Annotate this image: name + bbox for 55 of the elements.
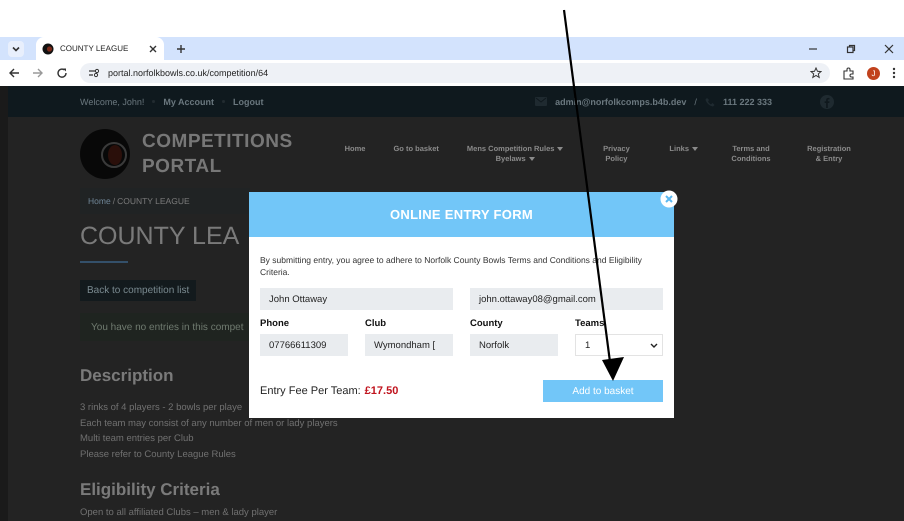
- entry-fee-amount: £17.50: [364, 385, 398, 397]
- chevron-down-icon: [650, 342, 658, 348]
- section-heading: Eligibility Criteria: [80, 480, 221, 500]
- new-tab-icon[interactable]: [176, 44, 186, 54]
- restore-icon[interactable]: [846, 44, 856, 54]
- name-field[interactable]: John Ottaway: [260, 288, 453, 310]
- field-label: Teams: [575, 318, 606, 331]
- close-icon[interactable]: [660, 190, 678, 208]
- tab-title: COUNTY LEAGUE: [60, 44, 130, 53]
- address-field[interactable]: portal.norfolkbowls.co.uk/competition/64: [80, 63, 830, 83]
- bowl-favicon-icon: [42, 42, 54, 54]
- tab-list-button[interactable]: [8, 40, 24, 56]
- back-arrow-icon[interactable]: [8, 67, 20, 79]
- extensions-icon[interactable]: [842, 66, 855, 80]
- close-icon[interactable]: [148, 44, 158, 54]
- email-field[interactable]: john.ottaway08@gmail.com: [470, 288, 663, 310]
- welcome-text: Welcome, John!: [80, 96, 144, 106]
- description-line: Each team may consist of any number of men or lady players: [80, 416, 339, 430]
- separator-text: /: [694, 96, 697, 106]
- description-line: Open to all affiliated Clubs – men & lady player: [80, 506, 278, 520]
- input-field[interactable]: Wymondham [: [365, 334, 453, 356]
- dialog-title: ONLINE ENTRY FORM: [390, 207, 534, 222]
- description-line: Please refer to County League Rules: [80, 448, 237, 462]
- entry-fee-label: Entry Fee Per Team:: [260, 385, 361, 397]
- breadcrumb-separator: /: [112, 196, 116, 206]
- reload-icon[interactable]: [56, 67, 68, 79]
- description-line: 3 rinks of 4 players - 2 bowls per playe: [80, 401, 244, 415]
- close-window-icon[interactable]: [884, 44, 894, 54]
- input-field[interactable]: Norfolk: [470, 334, 558, 356]
- input-field[interactable]: 07766611309: [260, 334, 348, 356]
- caret-icon: [692, 146, 698, 151]
- section-heading: Description: [80, 366, 175, 386]
- bookmark-star-icon[interactable]: [810, 67, 822, 79]
- caret-icon: [528, 156, 535, 161]
- browser-tab[interactable]: COUNTY LEAGUE: [36, 37, 164, 60]
- field-label: Club: [365, 318, 388, 331]
- logo-icon: [80, 128, 130, 178]
- breadcrumb-current: COUNTY LEAGUE: [117, 196, 190, 206]
- page-title: COUNTY LEA: [80, 222, 240, 251]
- description-line: Multi team entries per Club: [80, 432, 195, 446]
- site-settings-icon[interactable]: [88, 68, 100, 78]
- forward-arrow-icon[interactable]: [32, 67, 44, 79]
- field-label: Phone: [260, 318, 290, 331]
- site-title: COMPETITIONS PORTAL: [142, 130, 293, 178]
- caret-icon: [557, 146, 564, 151]
- topbar-link[interactable]: Logout: [233, 96, 264, 106]
- profile-avatar[interactable]: J: [867, 66, 880, 80]
- field-label: County: [470, 318, 504, 331]
- breadcrumb-link[interactable]: Home: [88, 196, 111, 206]
- teams-dropdown[interactable]: 1: [575, 334, 663, 356]
- back-button[interactable]: Back to competition list: [80, 280, 196, 301]
- email-text: admin@norfolkcomps.b4b.dev: [555, 96, 686, 106]
- phone-text: 111 222 333: [722, 96, 772, 106]
- topbar-link[interactable]: My Account: [163, 96, 214, 106]
- menu-icon[interactable]: [892, 67, 896, 79]
